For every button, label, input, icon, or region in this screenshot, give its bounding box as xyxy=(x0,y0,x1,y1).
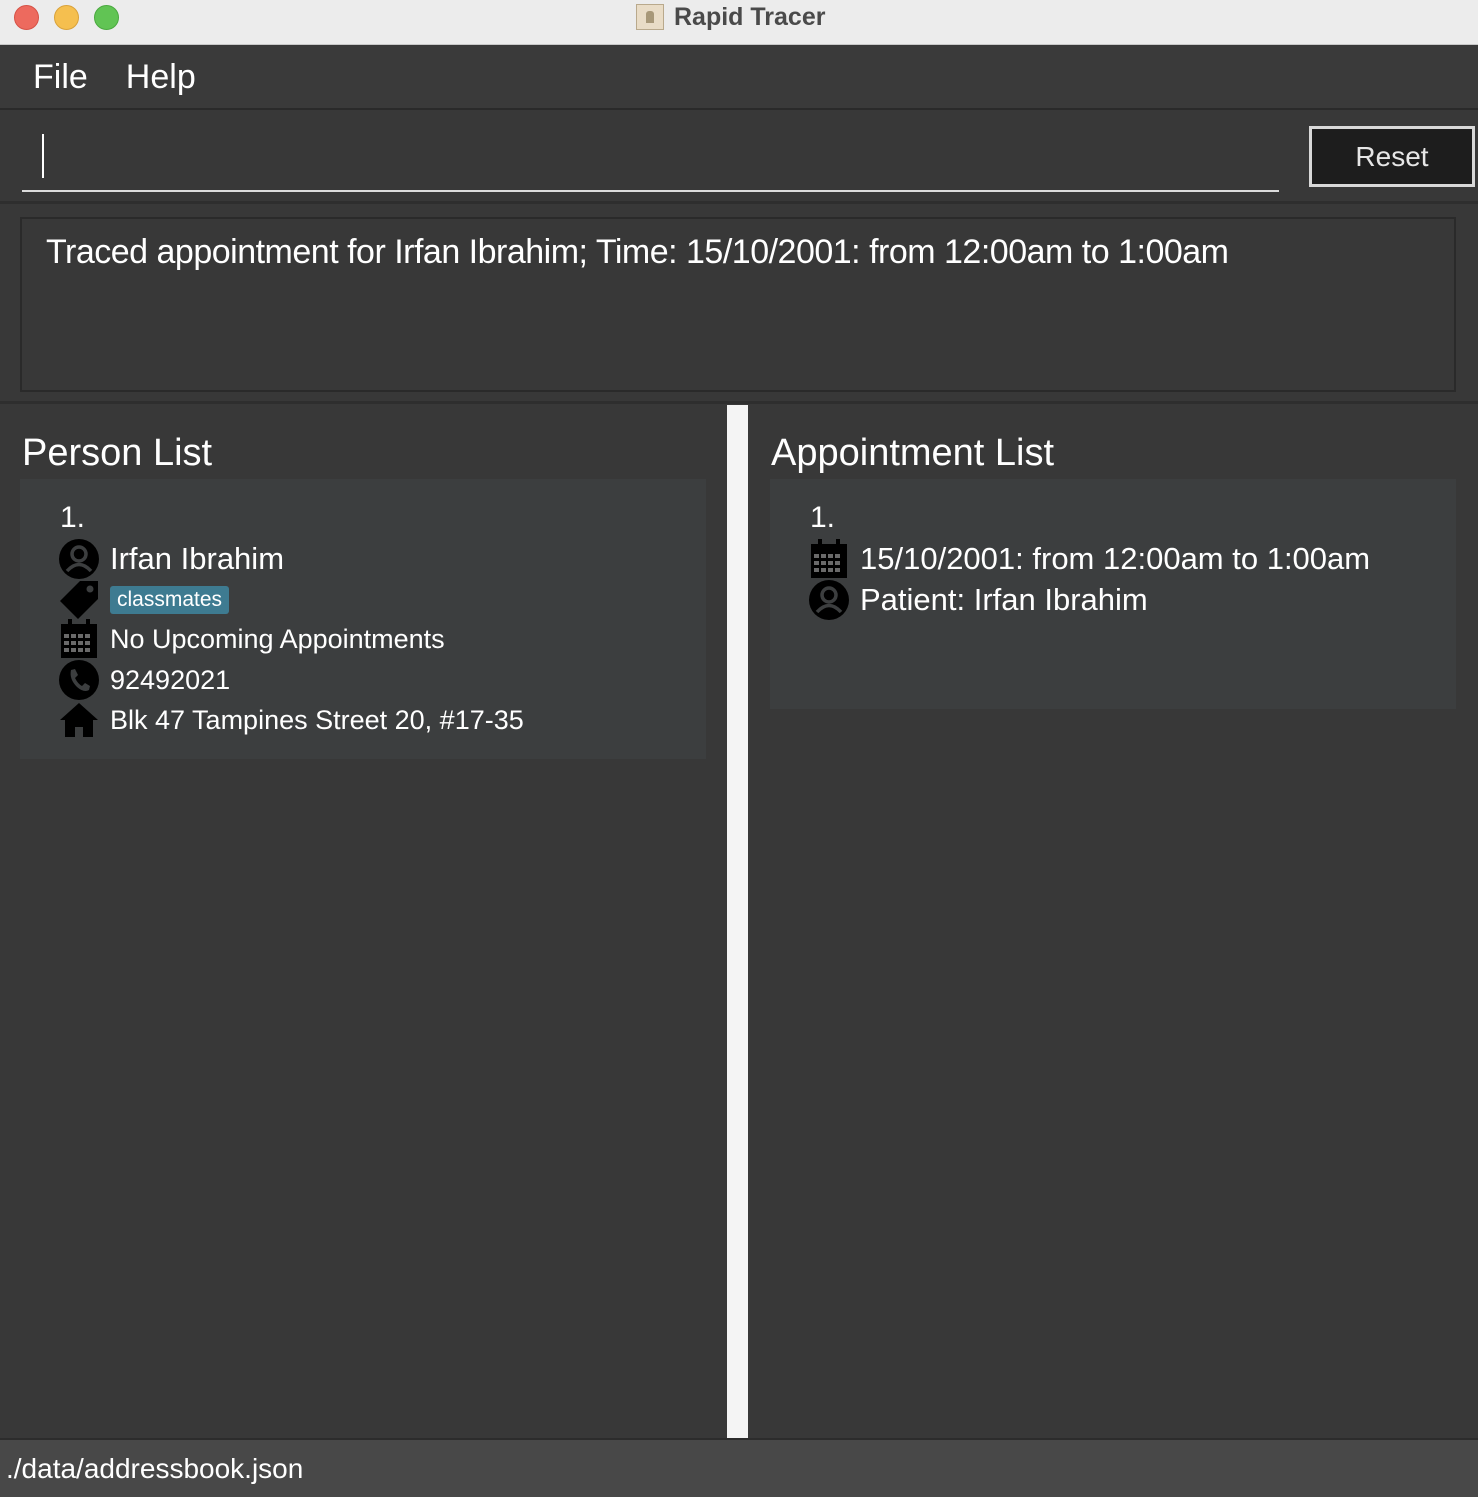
person-tags-row: classmates xyxy=(58,579,230,621)
person-card[interactable]: 1. Irfan Ibrahim classmates No Upcoming … xyxy=(20,479,706,759)
result-display-area: Traced appointment for Irfan Ibrahim; Ti… xyxy=(0,207,1478,404)
menu-file[interactable]: File xyxy=(33,58,88,97)
person-appointments-row: No Upcoming Appointments xyxy=(58,618,445,660)
appointment-list-title: Appointment List xyxy=(771,432,1055,474)
tag-classmates: classmates xyxy=(110,586,230,614)
minimize-window-button[interactable] xyxy=(54,5,79,30)
appointment-patient: Patient: Irfan Ibrahim xyxy=(860,582,1148,617)
split-pane-divider[interactable] xyxy=(727,405,748,1438)
phone-icon xyxy=(58,659,100,701)
text-caret xyxy=(42,134,44,178)
person-phone: 92492021 xyxy=(110,664,231,695)
appointment-time: 15/10/2001: from 12:00am to 1:00am xyxy=(860,541,1371,576)
person-name-row: Irfan Ibrahim xyxy=(58,538,284,580)
title-bar: Rapid Tracer xyxy=(0,0,1478,45)
menu-help[interactable]: Help xyxy=(126,58,196,97)
tag-icon xyxy=(58,579,100,621)
result-display[interactable]: Traced appointment for Irfan Ibrahim; Ti… xyxy=(20,217,1456,392)
address-book-icon xyxy=(636,4,664,30)
appointment-index: 1. xyxy=(810,501,836,534)
person-appointments: No Upcoming Appointments xyxy=(110,623,445,654)
status-bar: ./data/addressbook.json xyxy=(0,1438,1478,1497)
command-input[interactable] xyxy=(22,134,1279,192)
person-icon xyxy=(808,579,850,621)
result-text: Traced appointment for Irfan Ibrahim; Ti… xyxy=(46,233,1229,271)
appointment-list-panel: Appointment List 1. 15/10/2001: from 12:… xyxy=(748,407,1478,1438)
window-title-group: Rapid Tracer xyxy=(636,2,825,32)
person-address-row: Blk 47 Tampines Street 20, #17-35 xyxy=(58,699,524,741)
appointment-patient-row: Patient: Irfan Ibrahim xyxy=(808,579,1148,621)
person-list-panel: Person List 1. Irfan Ibrahim classmates … xyxy=(0,407,727,1438)
person-list-title: Person List xyxy=(22,432,213,474)
command-area: Reset xyxy=(0,112,1478,204)
window-title: Rapid Tracer xyxy=(674,2,826,31)
close-window-button[interactable] xyxy=(14,5,39,30)
menu-bar: File Help xyxy=(0,46,1478,110)
data-file-path: ./data/addressbook.json xyxy=(6,1452,304,1484)
calendar-icon xyxy=(58,618,100,660)
calendar-icon xyxy=(808,538,850,580)
maximize-window-button[interactable] xyxy=(94,5,119,30)
person-icon xyxy=(58,538,100,580)
person-index: 1. xyxy=(60,501,86,534)
person-phone-row: 92492021 xyxy=(58,659,230,701)
appointment-time-row: 15/10/2001: from 12:00am to 1:00am xyxy=(808,538,1370,580)
reset-button[interactable]: Reset xyxy=(1309,126,1475,187)
home-icon xyxy=(58,699,100,741)
person-name: Irfan Ibrahim xyxy=(110,541,285,576)
person-address: Blk 47 Tampines Street 20, #17-35 xyxy=(110,704,524,735)
appointment-card[interactable]: 1. 15/10/2001: from 12:00am to 1:00am Pa… xyxy=(770,479,1456,709)
